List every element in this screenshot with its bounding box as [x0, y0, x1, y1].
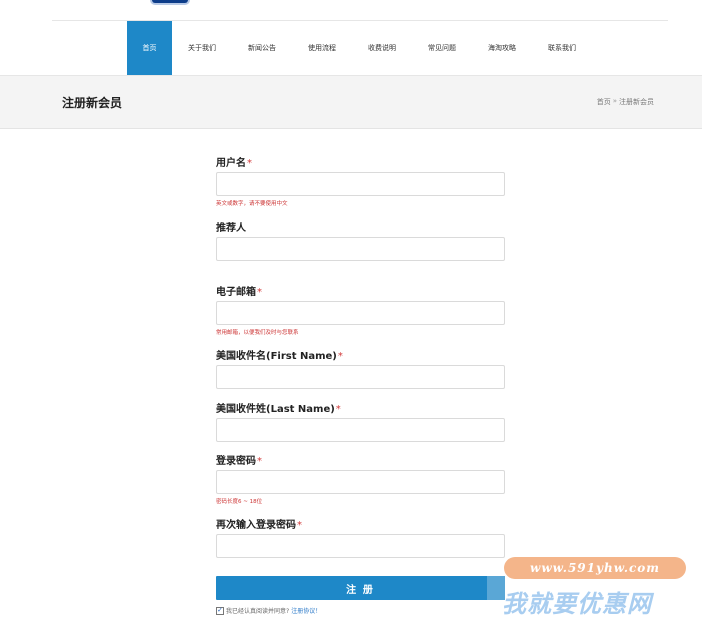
required-marker: * [297, 520, 302, 531]
password-label-text: 登录密码 [216, 456, 256, 467]
required-marker: * [247, 158, 252, 169]
required-marker: * [335, 404, 341, 415]
password-confirm-label: 再次输入登录密码* [216, 516, 302, 531]
last-name-input[interactable] [216, 418, 505, 442]
nav-item-faq[interactable]: 常见问题 [412, 21, 472, 75]
email-label: 电子邮箱* [216, 283, 262, 298]
email-label-text: 电子邮箱 [216, 287, 256, 298]
breadcrumb-home-link[interactable]: 首页 [597, 97, 611, 107]
username-input[interactable] [216, 172, 505, 196]
username-label: 用户名* [216, 154, 252, 169]
required-marker: * [337, 351, 343, 362]
breadcrumb-separator: » [612, 97, 617, 105]
nav-item-process[interactable]: 使用流程 [292, 21, 352, 75]
page-title: 注册新会员 [62, 96, 123, 110]
nav-item-home[interactable]: 首页 [127, 21, 172, 75]
email-input[interactable] [216, 301, 505, 325]
agree-checkbox[interactable]: ✓ [216, 606, 224, 615]
nav-item-guide[interactable]: 海淘攻略 [472, 21, 532, 75]
password-confirm-label-text: 再次输入登录密码 [216, 520, 296, 531]
referrer-label-text: 推荐人 [216, 223, 246, 234]
nav-item-contact[interactable]: 联系我们 [532, 21, 592, 75]
password-label: 登录密码* [216, 452, 262, 467]
register-button[interactable]: 注 册 [216, 576, 505, 600]
password-input[interactable] [216, 470, 505, 494]
agreement-row: ✓ 我已经认真阅读并同意? 注册协议！ [216, 606, 321, 615]
password-confirm-input[interactable] [216, 534, 505, 558]
email-hint: 常用邮箱，以便我们及时与您联系 [216, 330, 299, 336]
nav-item-news[interactable]: 新闻公告 [232, 21, 292, 75]
agreement-link[interactable]: 注册协议！ [291, 606, 321, 615]
referrer-input[interactable] [216, 237, 505, 261]
agree-text: 我已经认真阅读并同意? [226, 608, 290, 615]
first-name-label: 美国收件名(First Name)* [216, 347, 343, 362]
last-name-label-text: 美国收件姓(Last Name) [216, 404, 335, 415]
last-name-label: 美国收件姓(Last Name)* [216, 400, 341, 415]
breadcrumb: 首页 » 注册新会员 [597, 97, 654, 107]
username-label-text: 用户名 [216, 158, 246, 169]
page-header: 注册新会员 首页 » 注册新会员 [0, 75, 702, 129]
referrer-label: 推荐人 [216, 219, 246, 234]
nav-item-pricing[interactable]: 收费说明 [352, 21, 412, 75]
watermark-text: 我就要优惠网 [502, 590, 652, 618]
page: 首页 关于我们 新闻公告 使用流程 收费说明 常见问题 海淘攻略 联系我们 注册… [0, 0, 702, 621]
nav-item-about[interactable]: 关于我们 [172, 21, 232, 75]
first-name-label-text: 美国收件名(First Name) [216, 351, 337, 362]
site-logo[interactable] [150, 0, 190, 5]
password-hint: 密码长度6 ~ 18位 [216, 499, 263, 505]
required-marker: * [257, 287, 262, 298]
watermark-url: www.591yhw.com [504, 557, 686, 579]
required-marker: * [257, 456, 262, 467]
first-name-input[interactable] [216, 365, 505, 389]
breadcrumb-current: 注册新会员 [619, 98, 654, 106]
main-nav: 首页 关于我们 新闻公告 使用流程 收费说明 常见问题 海淘攻略 联系我们 [127, 21, 592, 75]
username-hint: 英文或数字，请不要使用中文 [216, 201, 288, 207]
